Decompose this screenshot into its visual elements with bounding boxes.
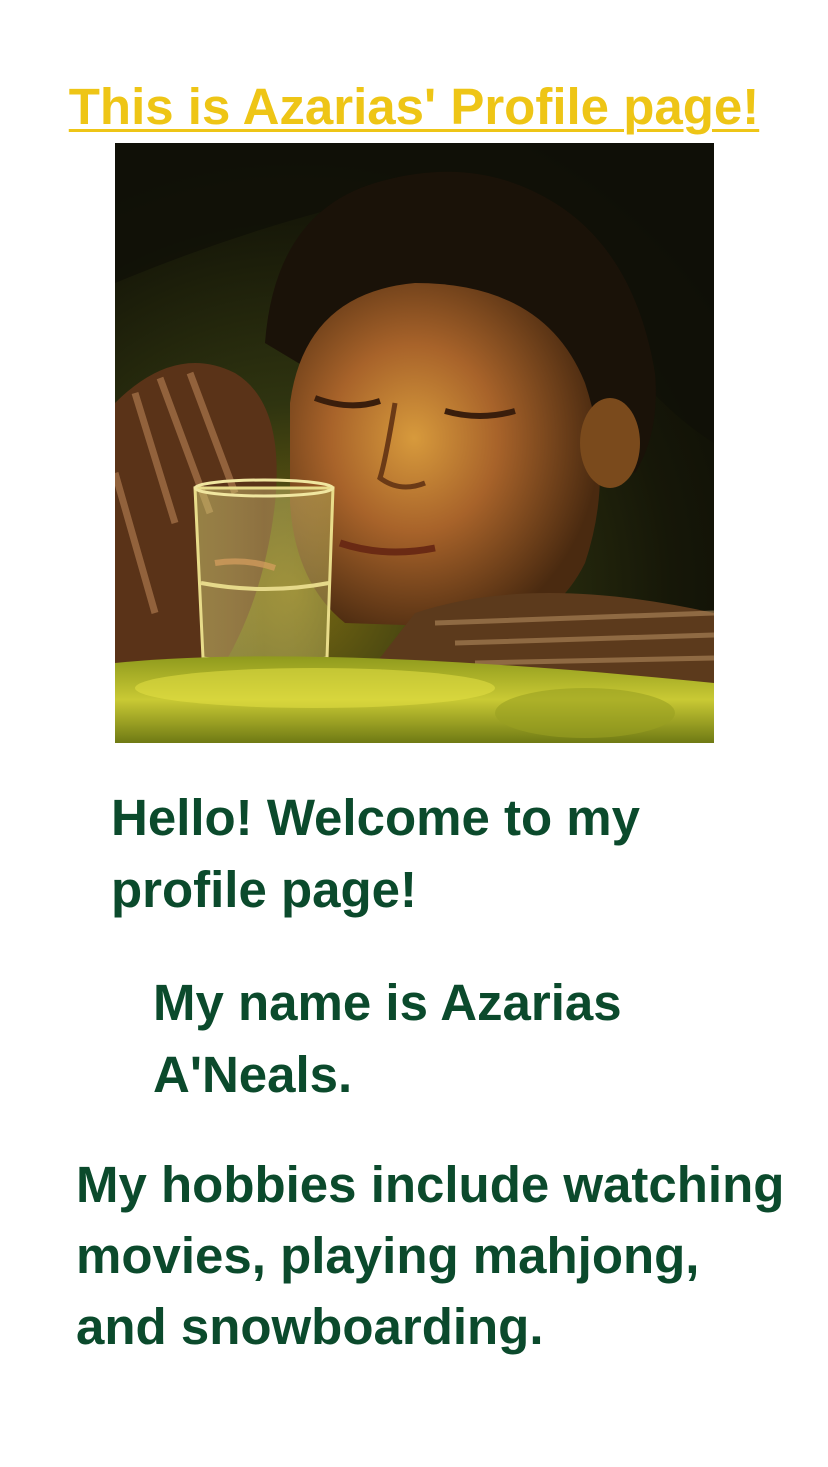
page-title-link[interactable]: This is Azarias' Profile page!	[0, 74, 828, 140]
greeting-text: Hello! Welcome to my profile page!	[111, 789, 641, 918]
profile-photo	[115, 143, 714, 743]
hobbies-text: My hobbies include watching movies, play…	[76, 1156, 785, 1355]
name-text: My name is Azarias A'Neals.	[153, 974, 622, 1103]
